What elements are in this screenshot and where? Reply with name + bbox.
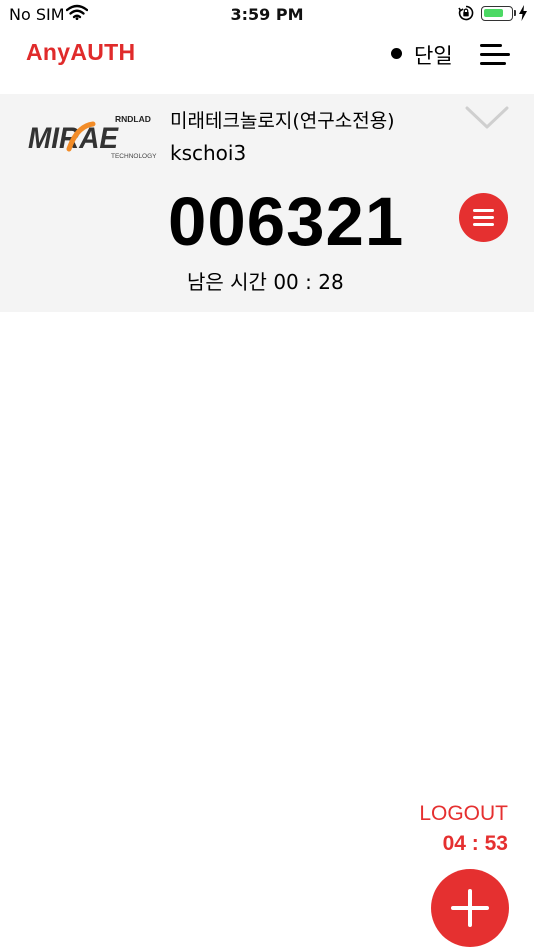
mode-indicator-dot (391, 48, 402, 59)
app-header: AnyAUTH 단일 (0, 30, 534, 92)
charging-bolt-icon (518, 5, 528, 25)
battery-tip (514, 10, 516, 16)
company-logo-top-text: RNDLAD (115, 114, 151, 124)
otp-code: 006321 (168, 183, 405, 260)
logout-timer: 04 : 53 (442, 832, 508, 855)
status-time: 3:59 PM (230, 5, 304, 24)
list-menu-icon[interactable] (459, 193, 508, 242)
status-bar: No SIM 3:59 PM (0, 0, 534, 30)
plus-icon[interactable] (431, 869, 509, 947)
hamburger-menu-icon[interactable] (478, 42, 510, 68)
otp-account-card[interactable]: RNDLAD MIRAE TECHNOLOGY 미래테크놀로지(연구소전용) k… (0, 94, 534, 312)
battery-level (484, 9, 503, 17)
account-user-id: kschoi3 (170, 141, 247, 165)
battery-icon (481, 6, 513, 21)
remaining-time: 남은 시간 00 : 28 (187, 270, 344, 294)
logout-button[interactable]: LOGOUT (380, 802, 508, 826)
account-name: 미래테크놀로지(연구소전용) (170, 110, 395, 132)
orientation-lock-icon (458, 5, 474, 25)
chevron-down-icon[interactable] (464, 104, 510, 132)
app-screen: No SIM 3:59 PM AnyAUTH 단일 RNDLAD MIRAE T… (0, 0, 534, 950)
mode-label[interactable]: 단일 (414, 40, 453, 70)
company-logo: RNDLAD MIRAE TECHNOLOGY (27, 112, 159, 162)
company-logo-sub-text: TECHNOLOGY (111, 153, 157, 160)
app-logo: AnyAUTH (26, 39, 136, 65)
